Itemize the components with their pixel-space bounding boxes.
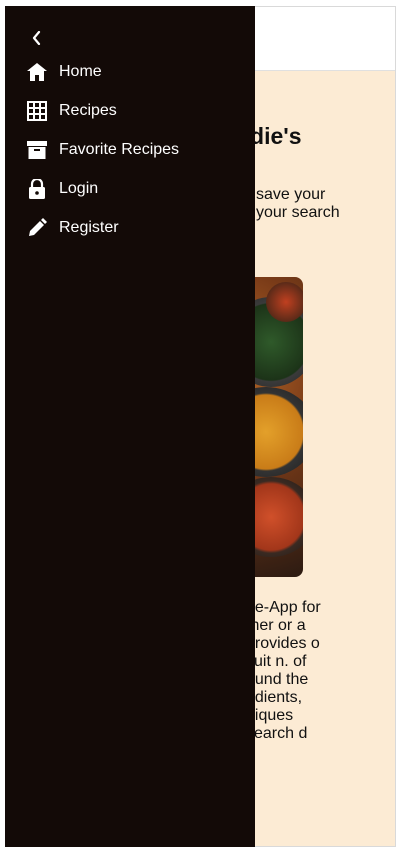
- nav-item-login[interactable]: Login: [5, 169, 255, 208]
- nav-item-label: Home: [59, 62, 102, 80]
- back-button[interactable]: [25, 26, 49, 50]
- nav-item-label: Register: [59, 218, 119, 236]
- grid-icon: [26, 100, 48, 122]
- bowl-sauce: [266, 282, 303, 322]
- intro-line: save your your search: [256, 186, 340, 221]
- drawer-nav: Home Recipes Favorite Recipes Login Regi…: [5, 52, 255, 247]
- home-icon: [26, 61, 48, 83]
- archive-icon: [26, 139, 48, 161]
- chevron-left-icon: [32, 31, 41, 45]
- lock-icon: [26, 178, 48, 200]
- body-line: pe-App for ther or a provides o suit n. …: [246, 599, 321, 742]
- page-title: odie's: [236, 123, 302, 149]
- nav-item-favorite-recipes[interactable]: Favorite Recipes: [5, 130, 255, 169]
- nav-item-recipes[interactable]: Recipes: [5, 91, 255, 130]
- nav-item-label: Recipes: [59, 101, 117, 119]
- side-drawer: Home Recipes Favorite Recipes Login Regi…: [5, 6, 255, 847]
- nav-item-register[interactable]: Register: [5, 208, 255, 247]
- pen-icon: [26, 217, 48, 239]
- nav-item-home[interactable]: Home: [5, 52, 255, 91]
- nav-item-label: Login: [59, 179, 99, 197]
- body-text: pe-App for ther or a provides o suit n. …: [246, 599, 326, 743]
- intro-text: save your your search: [256, 186, 356, 222]
- nav-item-label: Favorite Recipes: [59, 140, 180, 158]
